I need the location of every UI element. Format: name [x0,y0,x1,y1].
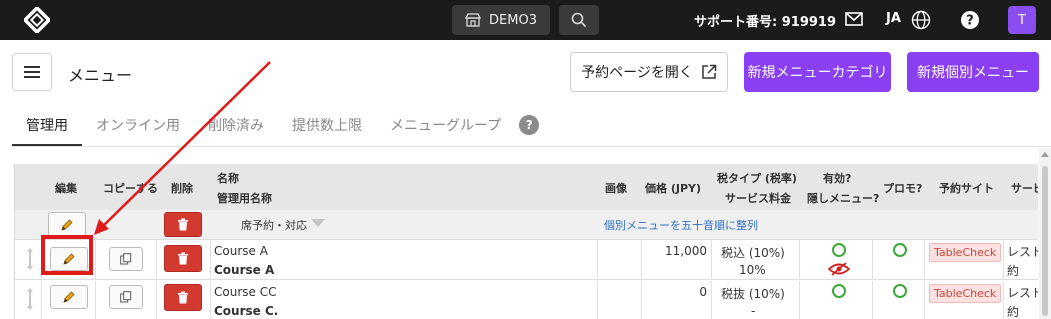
open-reservation-page-button[interactable]: 予約ページを開く [570,52,728,92]
edit-button[interactable] [50,247,88,271]
page-title: メニュー [68,66,133,85]
header-price: 価格 (JPY) [645,182,702,195]
menu-tabs: 管理用 オンライン用 削除済み 提供数上限 メニューグループ ? [12,105,540,147]
site-badge: TableCheck [929,243,1002,262]
store-name: DEMO3 [489,12,537,28]
scroll-thumb[interactable] [1042,166,1048,316]
copy-button[interactable] [109,247,143,271]
hamburger-icon [24,66,40,78]
avatar[interactable]: T [1008,6,1036,34]
menu-table: 編集 コピーする 削除 名称 管理用名称 画像 価格 (JPY) 税タイプ (税… [14,164,1038,319]
scroll-up-arrow-icon[interactable] [1041,152,1049,157]
header-valid: 有効? [823,172,852,185]
search-button[interactable] [559,5,599,35]
store-icon [465,13,482,27]
item-more-2: 約 [1007,305,1020,319]
drag-handle-icon[interactable] [25,287,35,311]
table-header: 編集 コピーする 削除 名称 管理用名称 画像 価格 (JPY) 税タイプ (税… [15,164,1038,210]
item-service: 10% [739,263,766,277]
sort-alphabetical-link[interactable]: 個別メニューを五十音順に整列 [604,217,758,233]
help-icon[interactable]: ? [960,10,980,30]
category-row [15,210,1038,240]
category-name: 席予約・対応 [241,219,307,232]
header-site: 予約サイト [939,182,994,195]
support-number: サポート番号: 919919 [694,15,836,30]
tab-admin[interactable]: 管理用 [12,105,82,147]
trash-icon [178,252,188,265]
header-service: サービス料金 [725,192,791,205]
pencil-icon [63,291,75,303]
eye-off-icon [828,262,850,276]
delete-button[interactable] [164,284,202,311]
header-promo: プロモ? [883,182,923,195]
edit-button[interactable] [50,285,88,309]
table-row: Course CC Course C. 0 税抜 (10%) - TableCh… [15,281,1038,319]
item-name: Course CC [214,285,277,299]
header-delete: 削除 [171,182,193,195]
header-edit: 編集 [55,182,77,195]
pencil-icon [63,253,75,265]
item-more-2: 約 [1007,264,1020,278]
category-edit-button[interactable] [48,212,86,237]
tab-deleted[interactable]: 削除済み [194,105,278,147]
open-reservation-label: 予約ページを開く [581,65,693,81]
tabs-divider [12,146,1051,147]
tab-max-servings[interactable]: 提供数上限 [278,105,376,147]
item-more-1: レスト [1007,286,1038,300]
new-menu-category-button[interactable]: 新規メニューカテゴリ [744,52,891,92]
item-tax: 税抜 (10%) [721,287,785,301]
globe-icon[interactable] [911,10,931,30]
header-copy: コピーする [103,182,158,195]
language-label[interactable]: JA [886,11,901,26]
svg-text:?: ? [966,14,974,29]
item-service: - [751,304,756,318]
copy-icon [120,291,132,303]
top-bar: DEMO3 サポート番号: 919919 JA ? T [0,0,1051,40]
store-selector-button[interactable]: DEMO3 [452,5,550,35]
tab-menu-groups[interactable]: メニューグループ [376,105,515,147]
header-tax: 税タイプ (税率) [717,172,797,185]
drag-handle-icon[interactable] [25,247,35,271]
trash-icon [178,291,188,304]
pencil-icon [61,218,73,231]
table-row: Course A Course A 11,000 税込 (10%) 10% Ta… [15,240,1038,280]
header-more: サービ [1011,182,1038,195]
sidebar-toggle-button[interactable] [12,53,52,91]
item-admin-name: Course C. [214,304,279,318]
header-image: 画像 [605,182,627,195]
item-price: 11,000 [665,244,707,258]
search-icon [571,12,587,28]
header-name: 名称 [217,172,239,185]
tab-online[interactable]: オンライン用 [82,105,194,147]
header-admin-name: 管理用名称 [217,192,272,205]
promo-check-icon [893,284,907,298]
item-more-1: レスト [1007,245,1038,259]
category-delete-button[interactable] [164,212,202,237]
item-tax: 税込 (10%) [721,246,785,260]
copy-button[interactable] [109,285,143,309]
site-badge: TableCheck [929,284,1002,303]
item-name: Course A [214,244,268,258]
copy-icon [120,253,132,265]
app-logo-icon[interactable] [24,7,50,33]
promo-check-icon [893,243,907,257]
trash-icon [178,218,188,231]
mail-icon[interactable] [845,12,863,26]
valid-check-icon [832,284,846,298]
external-link-icon [702,64,717,79]
new-menu-item-button[interactable]: 新規個別メニュー [907,52,1039,92]
valid-check-icon [832,243,846,257]
tabs-help-icon[interactable]: ? [519,115,540,135]
header-hidden: 隠しメニュー? [807,192,880,205]
item-price: 0 [699,285,707,299]
item-admin-name: Course A [214,263,275,277]
delete-button[interactable] [164,245,202,272]
chevron-down-icon[interactable] [311,219,325,227]
